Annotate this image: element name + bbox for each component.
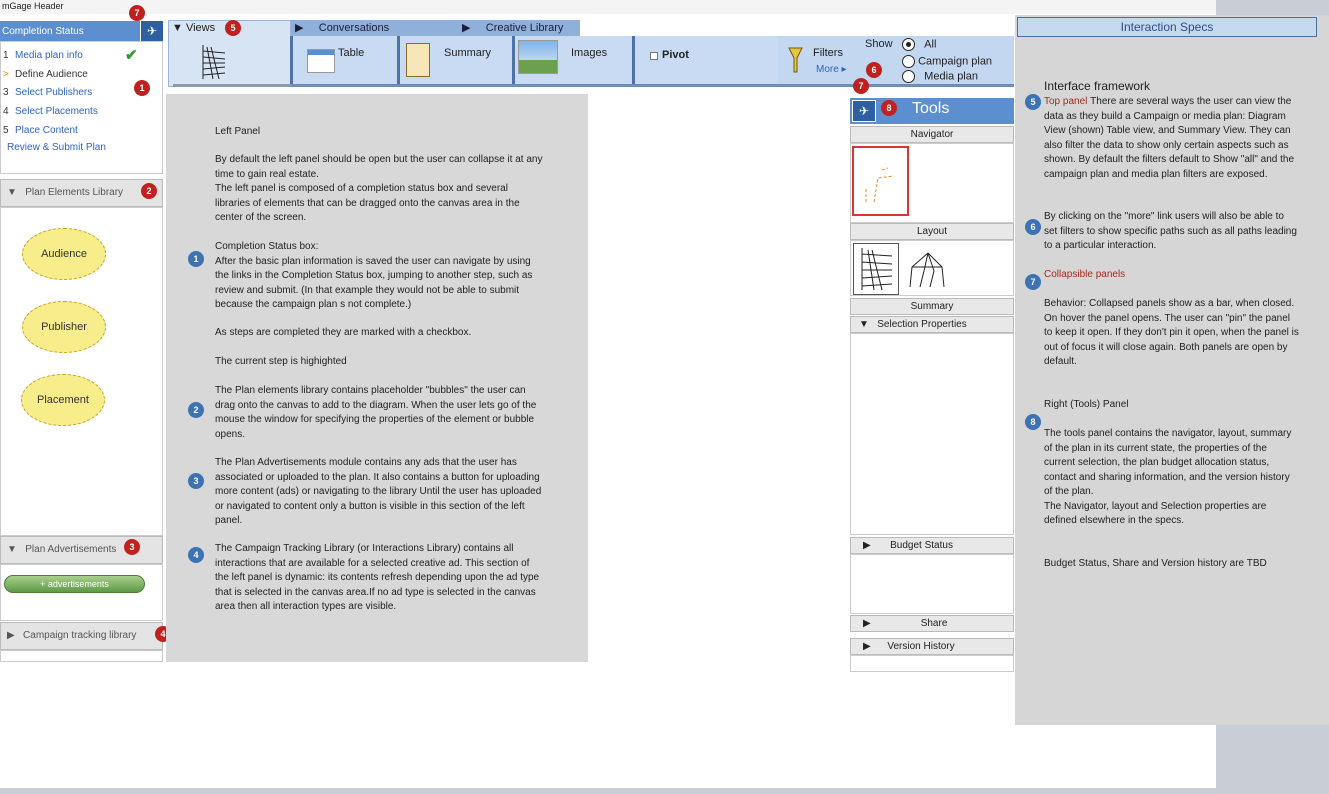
version-history-header[interactable]: ▶ Version History [850, 638, 1014, 655]
app-header: mGage Header [0, 0, 1216, 14]
badge-5-top: 5 [225, 20, 241, 36]
badge-1-blue: 1 [188, 251, 204, 267]
publisher-bubble[interactable]: Publisher [22, 301, 106, 353]
spec-top-panel-text: There are several ways the user can view… [1044, 96, 1295, 180]
step-select-placements[interactable]: 4 Select Placements [1, 106, 98, 117]
layout-body [850, 240, 1014, 296]
spec-collapsible-text: Behavior: Collapsed panels show as a bar… [1044, 298, 1299, 367]
more-filters-link[interactable]: More ▸ [816, 64, 847, 75]
pivot-label: Pivot [662, 49, 689, 61]
landscape-image-icon [518, 40, 558, 74]
spec-tools-title: Right (Tools) Panel [1044, 399, 1129, 410]
spec-more-link: By clicking on the "more" link users wil… [1044, 211, 1297, 251]
notes-p2: Completion Status box: After the basic p… [215, 241, 533, 310]
pivot-area: Pivot [632, 36, 778, 84]
step-review-submit[interactable]: 6Review & Submit Plan [0, 142, 106, 153]
radio-all[interactable]: All [902, 38, 936, 51]
badge-1-left: 1 [134, 80, 150, 96]
placement-bubble[interactable]: Placement [21, 374, 105, 426]
plan-elements-library-header[interactable]: ▼ Plan Elements Library [0, 179, 163, 207]
pin-left-panel-button[interactable]: ✈ [140, 20, 164, 42]
notes-p6: The Plan Advertisements module contains … [215, 457, 542, 526]
badge-7-blue: 7 [1025, 274, 1041, 290]
diagram-view-icon[interactable] [199, 43, 229, 81]
show-label: Show [865, 38, 893, 50]
summary-header[interactable]: Summary [850, 298, 1014, 315]
badge-8-blue: 8 [1025, 414, 1041, 430]
add-advertisements-button[interactable]: + advertisements [4, 575, 145, 593]
badge-2-blue: 2 [188, 402, 204, 418]
radio-all-icon [902, 38, 915, 51]
summary-view-button[interactable]: Summary [397, 36, 512, 84]
summary-label: Summary [444, 47, 492, 59]
spec-tools-text: The tools panel contains the navigator, … [1044, 428, 1292, 526]
spec-tbd-note: Budget Status, Share and Version history… [1044, 558, 1267, 569]
completion-status-header[interactable]: Completion Status [0, 21, 140, 41]
notes-p3: As steps are completed they are marked w… [215, 327, 472, 338]
step-select-publishers[interactable]: 3 Select Publishers [1, 87, 92, 98]
images-view-button[interactable]: Images [512, 36, 632, 84]
images-label: Images [571, 47, 608, 59]
selection-properties-body [850, 333, 1014, 535]
badge-8-tools: 8 [881, 100, 897, 116]
navigator-viewport[interactable] [852, 146, 909, 216]
tab-conversations[interactable]: ▶ Conversations [291, 20, 458, 36]
step-place-content[interactable]: 5 Place Content [1, 125, 78, 136]
pin-tools-panel-button[interactable]: ✈ [852, 100, 876, 122]
radio-campaign-plan[interactable]: Campaign plan [902, 55, 992, 68]
clipboard-icon [406, 43, 430, 77]
radio-media-plan[interactable]: Media plan [902, 70, 978, 83]
badge-4-blue: 4 [188, 547, 204, 563]
badge-7-left: 7 [129, 5, 145, 21]
spec-top-panel: Top panel There are several ways the use… [1044, 95, 1299, 182]
annotation-notes: Left Panel By default the left panel sho… [166, 94, 588, 662]
layout-header[interactable]: Layout [850, 223, 1014, 240]
tab-creative-library[interactable]: ▶ Creative Library [458, 20, 580, 36]
layout-vertical-icon[interactable] [853, 243, 899, 295]
interaction-specs-title: Interaction Specs [1017, 17, 1317, 37]
completion-status-box: 1 Media plan info ✔ > Define Audience 1 3S… [0, 41, 163, 174]
navigator-body [850, 143, 1014, 223]
spec-top-panel-title: Top panel [1044, 96, 1088, 107]
step-media-plan-info[interactable]: 1 Media plan info [1, 50, 83, 61]
table-icon [307, 49, 335, 73]
views-label: ▼ Views [172, 22, 216, 34]
badge-2-left: 2 [141, 183, 157, 199]
navigator-header[interactable]: Navigator [850, 126, 1014, 143]
campaign-tracking-library-header[interactable]: ▶ Campaign tracking library [0, 622, 163, 650]
budget-status-header[interactable]: ▶ Budget Status [850, 537, 1014, 554]
table-view-button[interactable]: Table [290, 36, 397, 84]
notes-p7: The Campaign Tracking Library (or Intera… [215, 543, 540, 612]
badge-5-blue: 5 [1025, 94, 1041, 110]
spec-collapsible-title: Collapsible panels [1044, 269, 1126, 280]
badge-3-left: 3 [124, 539, 140, 555]
radio-media-icon [902, 70, 915, 83]
toolbar-tabs: ▶ Conversations ▶ Creative Library [168, 20, 1014, 36]
spec-heading: Interface framework [1044, 79, 1151, 93]
badge-3-blue: 3 [188, 473, 204, 489]
views-underline [173, 84, 291, 87]
badge-7-top: 7 [853, 78, 869, 94]
notes-p5: The Plan elements library contains place… [215, 385, 537, 440]
step-define-audience[interactable]: > Define Audience [1, 69, 88, 80]
selection-properties-header[interactable]: ▼ Selection Properties [850, 316, 1014, 333]
audience-bubble[interactable]: Audience [22, 228, 106, 280]
notes-title: Left Panel [215, 126, 261, 137]
badge-6-blue: 6 [1025, 219, 1041, 235]
pivot-checkbox[interactable] [650, 52, 658, 60]
notes-p4: The current step is highighted [215, 356, 347, 367]
share-header[interactable]: ▶ Share [850, 615, 1014, 632]
filters-label[interactable]: Filters [813, 47, 843, 59]
radio-campaign-icon [902, 55, 915, 68]
plan-elements-library: Audience Publisher Placement [0, 207, 163, 536]
version-history-body [850, 655, 1014, 672]
budget-status-body [850, 554, 1014, 614]
funnel-filter-icon[interactable] [788, 46, 803, 74]
layout-tree-icon[interactable] [906, 247, 950, 291]
table-label: Table [338, 47, 365, 59]
notes-p1: By default the left panel should be open… [215, 154, 543, 223]
campaign-tracking-library-body [0, 650, 163, 662]
badge-6-top: 6 [866, 62, 882, 78]
checkmark-icon: ✔ [125, 47, 138, 64]
